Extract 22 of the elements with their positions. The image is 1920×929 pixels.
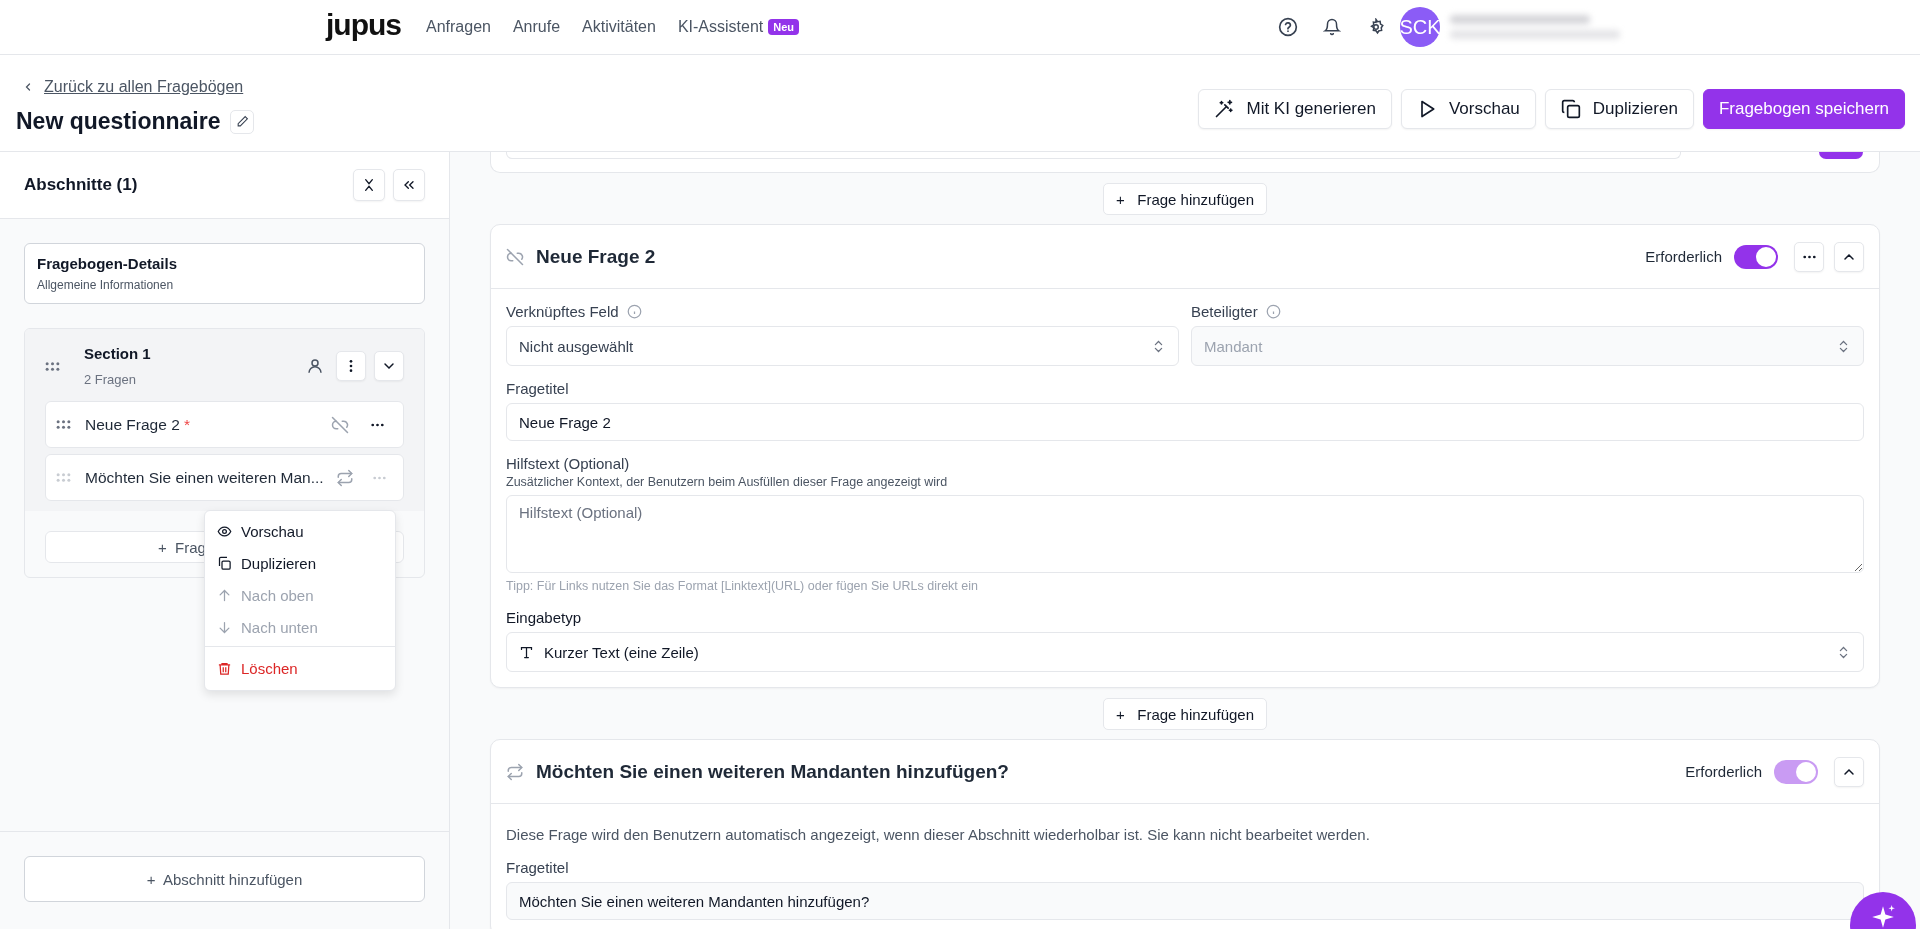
question-title: Möchten Sie einen weiteren Man... [85, 468, 324, 487]
required-label: Erforderlich [1645, 248, 1722, 265]
details-subtitle: Allgemeine Informationen [37, 278, 175, 292]
field-label: Beteiligter [1191, 303, 1258, 320]
sections-heading: Abschnitte (1) [24, 175, 138, 195]
question-title: Neue Frage 2 [536, 245, 656, 268]
tip-text: Tipp: Für Links nutzen Sie das Format [Linktext](URL) oder fügen Sie URLs direkt ein [506, 579, 979, 593]
field-label: Verknüpftes Feld [506, 303, 619, 320]
questionnaire-title: New questionnaire [16, 108, 221, 135]
section-title: Section 1 [84, 345, 151, 362]
question-title: Möchten Sie einen weiteren Mandanten hinzufügen? [536, 760, 1009, 783]
field-label: Hilfstext (Optional) [506, 455, 631, 472]
new-badge: Neu [768, 19, 800, 35]
field-label: Fragetitel [506, 859, 570, 876]
details-title: Fragebogen-Details [37, 255, 179, 272]
question-title: Neue Frage 2 * [85, 415, 191, 434]
notice-text: Diese Frage wird den Benutzern automatisch angezeigt, wenn dieser Abschnitt wiederholbar ist. Sie kann nicht bearbeitet werden. [506, 826, 1371, 843]
required-label: Erforderlich [1685, 763, 1762, 780]
field-label: Eingabetyp [506, 609, 583, 626]
field-description: Zusätzlicher Kontext, der Benutzern beim Ausfüllen dieser Frage angezeigt wird [506, 475, 949, 489]
question-count: 2 Fragen [84, 372, 138, 387]
field-label: Fragetitel [506, 380, 570, 397]
